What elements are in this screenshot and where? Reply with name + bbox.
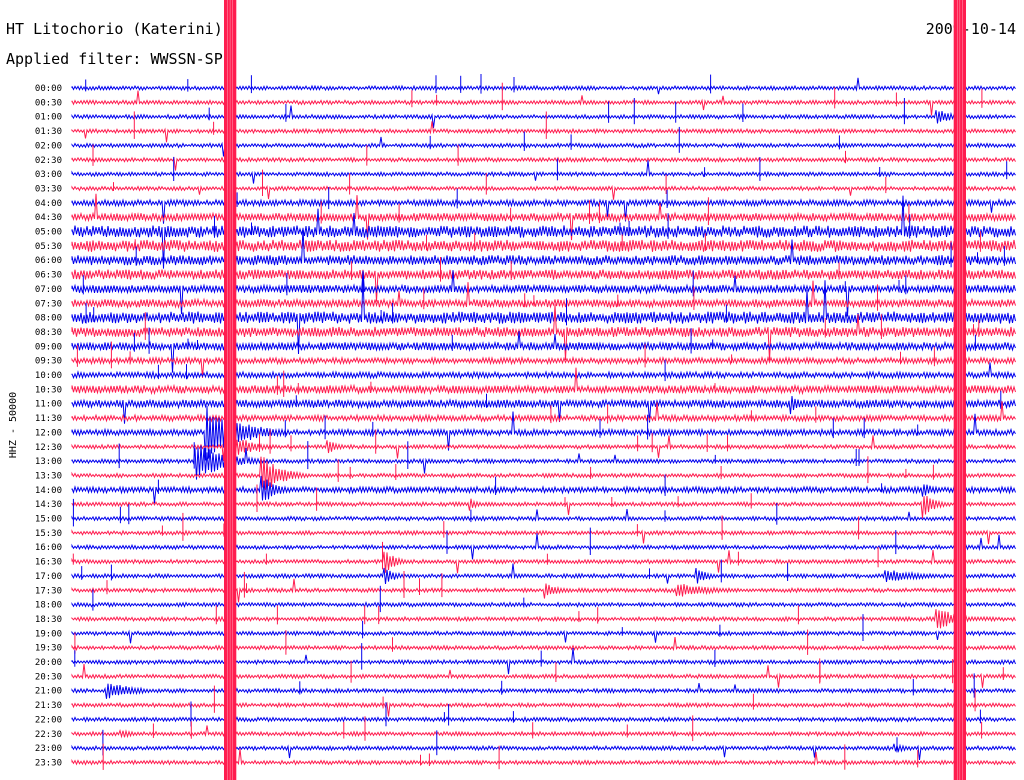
row-time-label: 18:00 [35, 601, 62, 611]
row-time-label: 13:00 [35, 457, 62, 467]
row-time-label: 04:00 [35, 199, 62, 209]
row-time-label: 03:00 [35, 170, 62, 180]
trace-0730 [71, 280, 1016, 310]
trace-1900 [71, 629, 1016, 644]
seismogram-plot: HHZ - 50000 00:00 00:30 01:00 01:30 02:00 02:3… [8, 0, 1016, 780]
row-time-label: 08:30 [35, 328, 62, 338]
row-time-label: 14:30 [35, 500, 62, 510]
row-time-label: 07:30 [35, 299, 62, 309]
row-time-label: 20:30 [35, 672, 62, 682]
trace-1530 [71, 529, 1016, 545]
trace-2000 [71, 648, 1016, 675]
row-time-label: 15:30 [35, 529, 62, 539]
row-time-label: 02:30 [35, 156, 62, 166]
row-time-label: 16:00 [35, 543, 62, 553]
channel-label: HHZ - 50000 [8, 392, 19, 458]
row-time-label: 04:30 [35, 213, 62, 223]
trace-1430 [71, 495, 1016, 519]
trace-2030 [71, 663, 1016, 688]
trace-1500 [71, 509, 1016, 522]
trace-0200 [71, 136, 1016, 157]
trace-0530 [71, 239, 1016, 252]
row-time-label: 09:30 [35, 357, 62, 367]
row-time-label: 15:00 [35, 515, 62, 525]
trace-1200 [71, 405, 1016, 461]
trace-0000 [71, 77, 1016, 95]
trace-2330 [71, 748, 1016, 766]
trace-1030 [71, 367, 1016, 396]
trace-2200 [71, 715, 1016, 723]
row-time-label: 03:30 [35, 184, 62, 194]
row-time-label: 22:30 [35, 730, 62, 740]
trace-2100 [71, 683, 1016, 699]
trace-0300 [71, 160, 1016, 184]
trace-2300 [71, 743, 1016, 761]
row-time-label: 01:00 [35, 113, 62, 123]
row-time-label: 01:30 [35, 127, 62, 137]
row-time-label: 12:00 [35, 428, 62, 438]
trace-2130 [71, 701, 1016, 717]
row-time-label: 09:00 [35, 342, 62, 352]
row-time-label: 22:00 [35, 715, 62, 725]
trace-1700 [71, 563, 1016, 585]
row-time-label: 17:00 [35, 572, 62, 582]
trace-0030 [71, 90, 1016, 116]
trace-1730 [71, 578, 1016, 603]
row-time-label: 13:30 [35, 471, 62, 481]
row-time-label: 16:30 [35, 558, 62, 568]
row-time-label: 06:30 [35, 271, 62, 281]
row-time-label: 11:30 [35, 414, 62, 424]
row-time-label: 20:00 [35, 658, 62, 668]
row-time-label: 05:30 [35, 242, 62, 252]
row-time-label: 05:00 [35, 228, 62, 238]
row-time-label: 08:00 [35, 314, 62, 324]
row-time-label: 10:30 [35, 385, 62, 395]
trace-1930 [71, 637, 1016, 652]
trace-0830 [71, 304, 1016, 361]
row-time-label: 12:30 [35, 443, 62, 453]
row-time-label: 18:30 [35, 615, 62, 625]
row-time-label: 19:30 [35, 644, 62, 654]
trace-0630 [71, 269, 1016, 302]
trace-1400 [71, 475, 1016, 504]
trace-1000 [71, 362, 1016, 380]
trace-0900 [71, 331, 1016, 373]
row-time-label: 00:00 [35, 84, 62, 94]
row-time-label: 11:00 [35, 400, 62, 410]
trace-0230 [71, 156, 1016, 171]
trace-2230 [71, 725, 1016, 739]
trace-1600 [71, 533, 1016, 560]
row-time-label: 10:00 [35, 371, 62, 381]
trace-1830 [71, 609, 1016, 629]
row-time-label: 14:00 [35, 486, 62, 496]
row-time-label: 19:00 [35, 629, 62, 639]
row-time-label: 21:30 [35, 701, 62, 711]
trace-1800 [71, 601, 1016, 608]
row-time-label: 06:00 [35, 256, 62, 266]
row-time-label: 17:30 [35, 586, 62, 596]
row-time-label: 07:00 [35, 285, 62, 295]
row-time-label: 23:30 [35, 758, 62, 768]
row-time-label: 23:00 [35, 744, 62, 754]
trace-0330 [71, 184, 1016, 200]
row-time-label: 00:30 [35, 98, 62, 108]
row-time-label: 21:00 [35, 687, 62, 697]
row-time-label: 02:00 [35, 141, 62, 151]
trace-1630 [71, 550, 1016, 574]
